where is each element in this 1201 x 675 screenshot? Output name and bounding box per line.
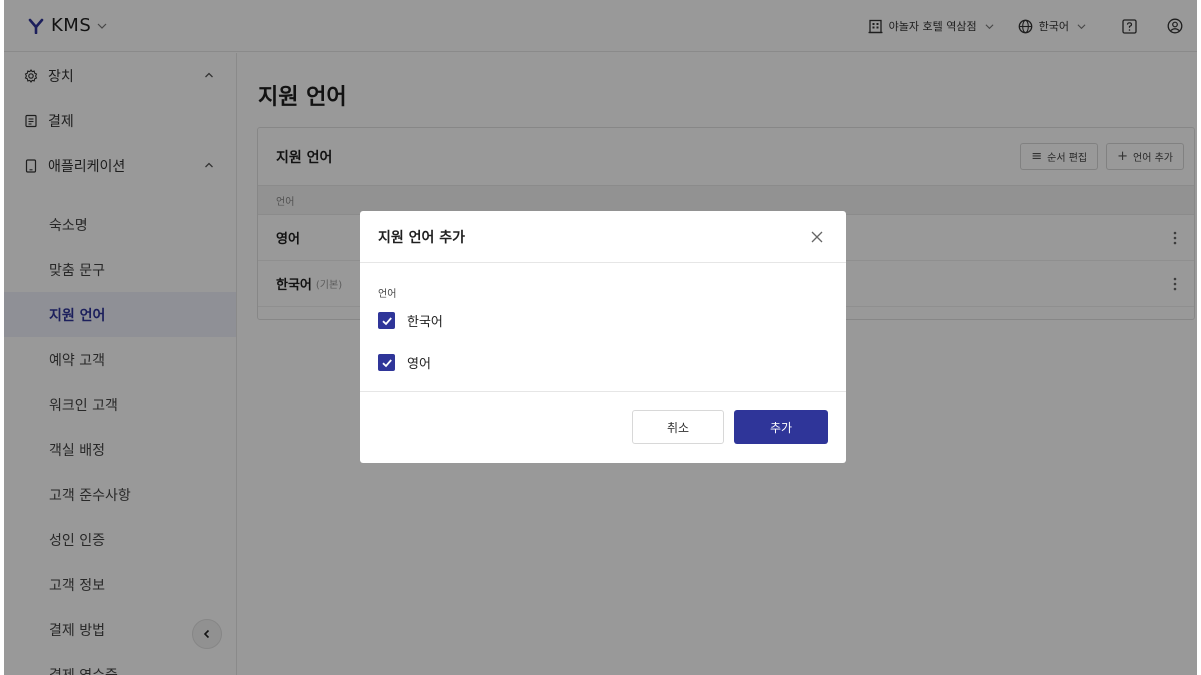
cancel-button[interactable]: 취소 — [632, 410, 724, 444]
option-label: 영어 — [407, 357, 431, 372]
dialog-footer: 취소 추가 — [360, 392, 846, 462]
language-option-english[interactable]: 영어 — [378, 352, 828, 373]
confirm-add-button[interactable]: 추가 — [734, 410, 828, 444]
option-label: 한국어 — [407, 315, 443, 330]
dialog-title: 지원 언어 추가 — [378, 229, 466, 246]
checkbox-checked[interactable] — [378, 312, 395, 329]
app-window: KMS 야놀자 호텔 역삼점 한국어 장치 결제 애플리케이션 숙소명 맞춤 문… — [4, 0, 1197, 675]
dialog-header: 지원 언어 추가 — [360, 211, 846, 263]
dialog-body: 언어 한국어 영어 — [360, 263, 846, 392]
close-icon[interactable] — [810, 230, 824, 244]
language-option-korean[interactable]: 한국어 — [378, 310, 828, 331]
field-label-language: 언어 — [378, 289, 397, 300]
checkbox-checked[interactable] — [378, 354, 395, 371]
checkmark-icon — [381, 316, 392, 325]
add-language-dialog: 지원 언어 추가 언어 한국어 영어 취소 추가 — [360, 211, 846, 463]
checkmark-icon — [381, 358, 392, 367]
